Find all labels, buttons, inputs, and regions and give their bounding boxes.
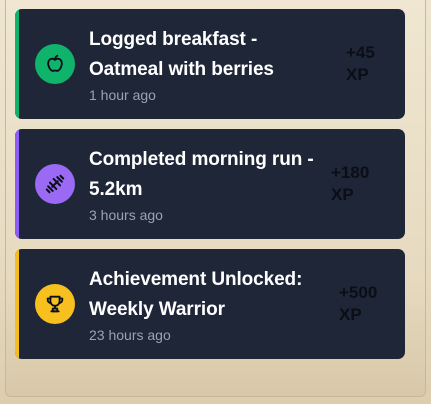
activity-card-run[interactable]: Completed morning run - 5.2km 3 hours ag… [15,129,405,239]
activity-title: Logged breakfast - Oatmeal with berries [89,29,274,80]
activity-accent-bar [15,249,19,359]
activity-accent-bar [15,9,19,119]
xp-reward: +500 XP [339,282,377,326]
xp-reward: +45 XP [346,42,375,86]
activity-card-breakfast[interactable]: Logged breakfast - Oatmeal with berries … [15,9,405,119]
apple-icon [35,44,75,84]
xp-unit: XP [346,65,369,84]
activity-accent-bar [15,129,19,239]
activity-time: 1 hour ago [89,87,156,103]
xp-reward: +180 XP [331,162,369,206]
xp-amount: +180 [331,163,370,182]
trophy-icon [35,284,75,324]
activity-title: Achievement Unlocked: Weekly Warrior [89,269,303,320]
dumbbell-icon [35,164,75,204]
xp-amount: +500 [339,283,378,302]
activity-time: 23 hours ago [89,327,171,343]
xp-unit: XP [331,185,354,204]
activity-time: 3 hours ago [89,207,163,223]
xp-unit: XP [339,305,362,324]
activity-card-achievement[interactable]: Achievement Unlocked: Weekly Warrior 23 … [15,249,405,359]
activity-feed: Logged breakfast - Oatmeal with berries … [15,9,405,369]
activity-title: Completed morning run - 5.2km [89,149,314,200]
xp-amount: +45 [346,43,375,62]
